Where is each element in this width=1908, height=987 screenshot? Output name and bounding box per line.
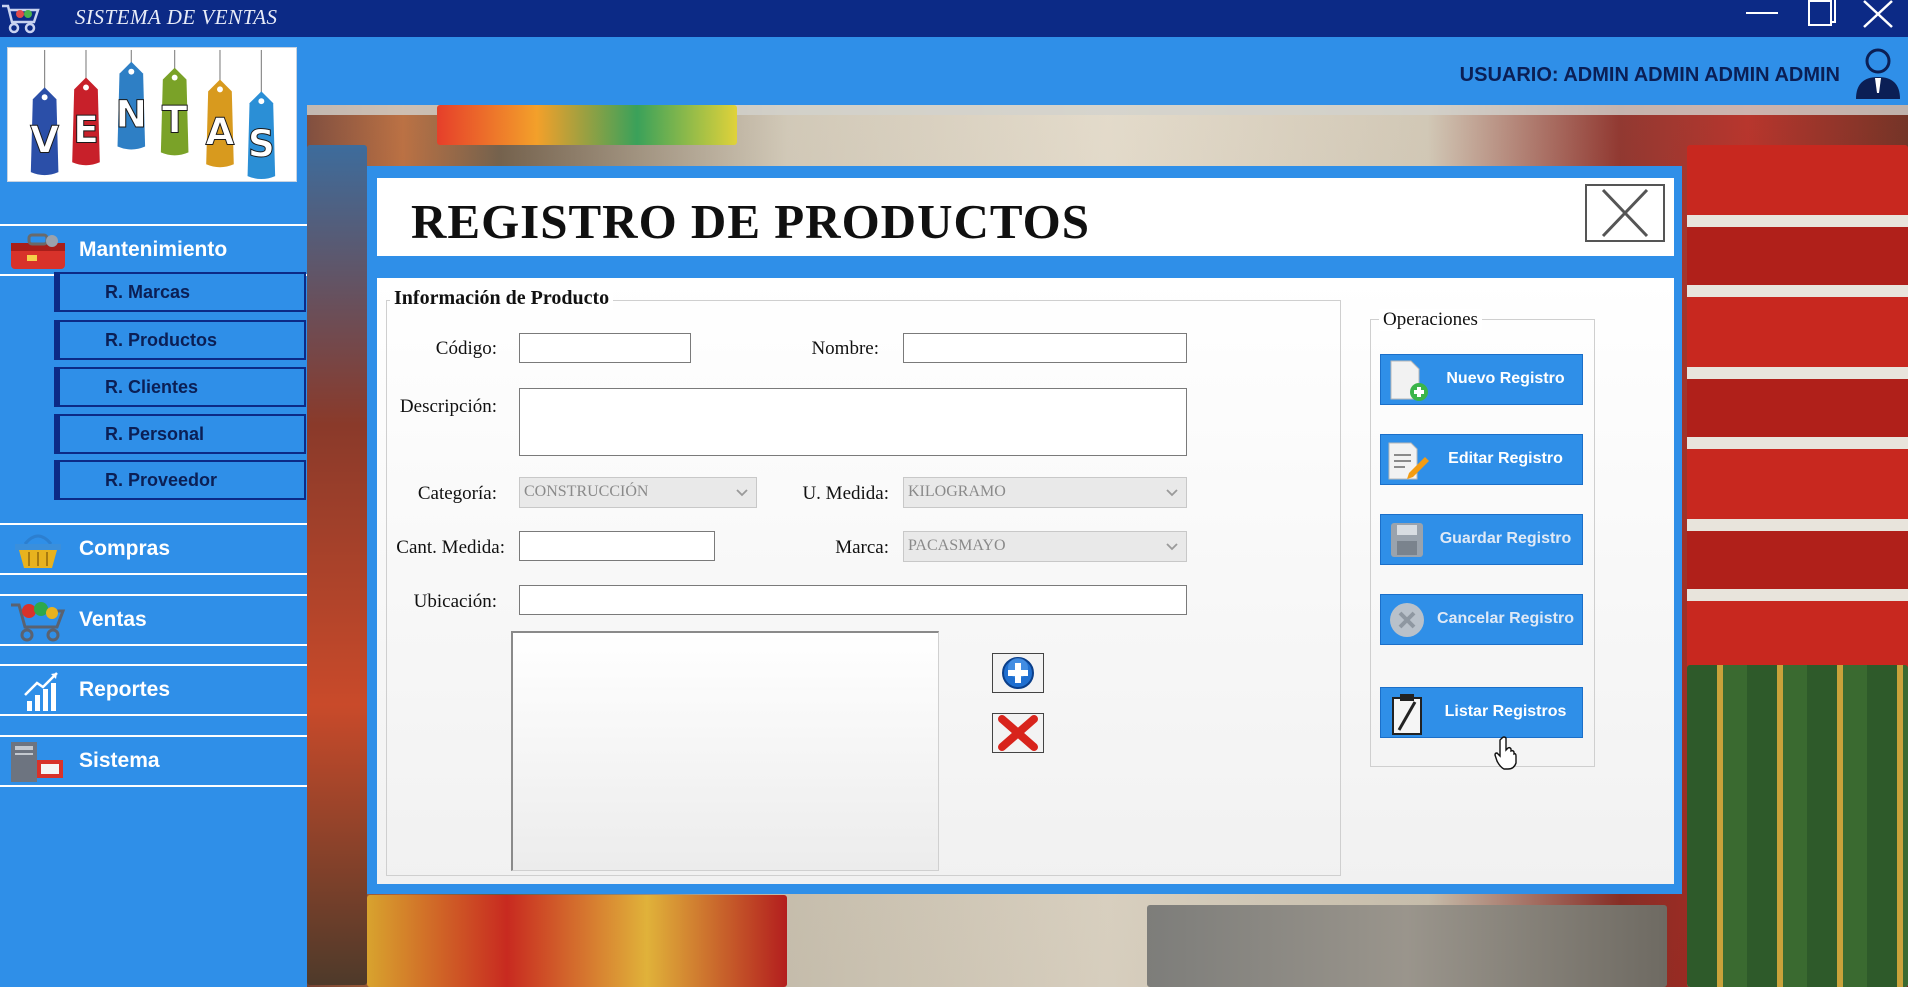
logo-letter: A	[205, 110, 234, 154]
submenu-label: R. Productos	[105, 330, 218, 350]
cant-medida-label: Cant. Medida:	[396, 537, 505, 558]
app-cart-icon	[0, 0, 44, 37]
logo-tag-s-5: S	[247, 49, 275, 180]
dialog-title: REGISTRO DE PRODUCTOS	[411, 194, 1091, 249]
ubicacion-label: Ubicación:	[413, 591, 497, 612]
chevron-down-icon	[1162, 482, 1182, 502]
menu-reportes[interactable]: Reportes	[0, 664, 307, 716]
basket-icon	[7, 528, 69, 572]
logo-tag-n-2: N	[115, 49, 147, 150]
ventas-logo: VENTAS	[7, 47, 297, 182]
categoria-label: Categoría:	[417, 483, 497, 504]
logo-letter: S	[248, 121, 275, 165]
bar-chart-icon	[7, 669, 69, 713]
close-icon	[1587, 188, 1663, 244]
dialog-body: Información de Producto Código: Nombre: …	[377, 278, 1674, 884]
categoria-value: CONSTRUCCIÓN	[524, 483, 649, 500]
menu-label: Mantenimiento	[79, 238, 228, 261]
logo-tag-e-1: E	[72, 49, 100, 166]
sidebar: VENTAS Mantenimiento R. Marcas R. Produc…	[0, 37, 307, 987]
logo-letter: N	[116, 92, 147, 136]
product-registration-dialog: REGISTRO DE PRODUCTOS Información de Pro…	[367, 166, 1682, 894]
chevron-down-icon	[732, 482, 752, 502]
marca-select[interactable]: PACASMAYO	[903, 531, 1187, 562]
submenu-personal[interactable]: R. Personal	[54, 414, 306, 454]
hand-cursor-icon	[1494, 736, 1518, 770]
nombre-label: Nombre:	[811, 338, 879, 359]
menu-compras[interactable]: Compras	[0, 523, 307, 575]
logo-letter: E	[73, 108, 99, 152]
descripcion-textarea[interactable]	[519, 388, 1187, 456]
menu-mantenimiento[interactable]: Mantenimiento	[0, 224, 307, 276]
op-label: Cancelar Registro	[1437, 610, 1574, 627]
u-medida-select[interactable]: KILOGRAMO	[903, 477, 1187, 508]
user-icon[interactable]	[1852, 45, 1904, 101]
edit-document-icon	[1385, 439, 1429, 482]
operations-group-title: Operaciones	[1379, 309, 1482, 331]
descripcion-label: Descripción:	[399, 396, 497, 417]
logo-letter: V	[30, 117, 59, 161]
computer-icon	[7, 740, 69, 784]
logo-tag-a-4: A	[205, 49, 235, 168]
window-title: SISTEMA DE VENTAS	[75, 5, 278, 29]
guardar-registro-button[interactable]: Guardar Registro	[1380, 514, 1583, 565]
submenu-marcas[interactable]: R. Marcas	[54, 272, 306, 312]
submenu-label: R. Clientes	[105, 377, 199, 397]
close-window-button[interactable]	[1856, 0, 1900, 30]
menu-sistema[interactable]: Sistema	[0, 735, 307, 787]
u-medida-value: KILOGRAMO	[908, 483, 1006, 500]
chevron-down-icon	[1162, 536, 1182, 556]
clipboard-icon	[1385, 692, 1429, 735]
menu-label: Ventas	[79, 608, 147, 631]
user-bar: USUARIO: ADMIN ADMIN ADMIN ADMIN	[307, 37, 1908, 105]
marca-label: Marca:	[835, 537, 889, 558]
dialog-header: REGISTRO DE PRODUCTOS	[377, 178, 1674, 256]
submenu-label: R. Marcas	[105, 282, 191, 302]
add-circle-icon	[993, 657, 1043, 696]
nombre-input[interactable]	[903, 333, 1187, 363]
op-label: Editar Registro	[1448, 450, 1563, 467]
cancel-icon	[1385, 599, 1429, 642]
ubicacion-input[interactable]	[519, 585, 1187, 615]
delete-x-icon	[993, 715, 1043, 756]
submenu-clientes[interactable]: R. Clientes	[54, 367, 306, 407]
current-user-label: USUARIO: ADMIN ADMIN ADMIN ADMIN	[1459, 64, 1840, 86]
nuevo-registro-button[interactable]: Nuevo Registro	[1380, 354, 1583, 405]
new-document-icon	[1385, 359, 1429, 402]
marca-value: PACASMAYO	[908, 537, 1006, 554]
minimize-button[interactable]	[1740, 0, 1784, 30]
add-image-button[interactable]	[992, 653, 1044, 693]
op-label: Guardar Registro	[1439, 530, 1572, 547]
logo-letter: T	[162, 98, 188, 142]
logo-tag-t-3: T	[160, 49, 189, 156]
op-label: Listar Registros	[1444, 703, 1567, 720]
title-bar: SISTEMA DE VENTAS	[0, 0, 1908, 37]
maximize-button[interactable]	[1799, 0, 1843, 30]
close-dialog-button[interactable]	[1585, 184, 1665, 242]
toolbox-icon	[7, 229, 69, 273]
remove-image-button[interactable]	[992, 713, 1044, 753]
shopping-cart-icon	[7, 599, 69, 643]
product-image-box[interactable]	[511, 631, 939, 871]
categoria-select[interactable]: CONSTRUCCIÓN	[519, 477, 757, 508]
listar-registros-button[interactable]: Listar Registros	[1380, 687, 1583, 738]
codigo-label: Código:	[435, 338, 497, 359]
product-info-group-title: Información de Producto	[390, 287, 614, 310]
logo-tag-v-0: V	[30, 49, 60, 176]
submenu-label: R. Proveedor	[105, 470, 218, 490]
save-icon	[1385, 519, 1429, 562]
u-medida-label: U. Medida:	[802, 483, 889, 504]
op-label: Nuevo Registro	[1446, 370, 1565, 387]
submenu-label: R. Personal	[105, 424, 205, 444]
cant-medida-input[interactable]	[519, 531, 715, 561]
submenu-productos[interactable]: R. Productos	[54, 320, 306, 360]
menu-label: Reportes	[79, 678, 171, 701]
submenu-proveedor[interactable]: R. Proveedor	[54, 460, 306, 500]
menu-label: Sistema	[79, 749, 160, 772]
menu-label: Compras	[79, 537, 171, 560]
editar-registro-button[interactable]: Editar Registro	[1380, 434, 1583, 485]
menu-ventas[interactable]: Ventas	[0, 594, 307, 646]
cancelar-registro-button[interactable]: Cancelar Registro	[1380, 594, 1583, 645]
codigo-input[interactable]	[519, 333, 691, 363]
